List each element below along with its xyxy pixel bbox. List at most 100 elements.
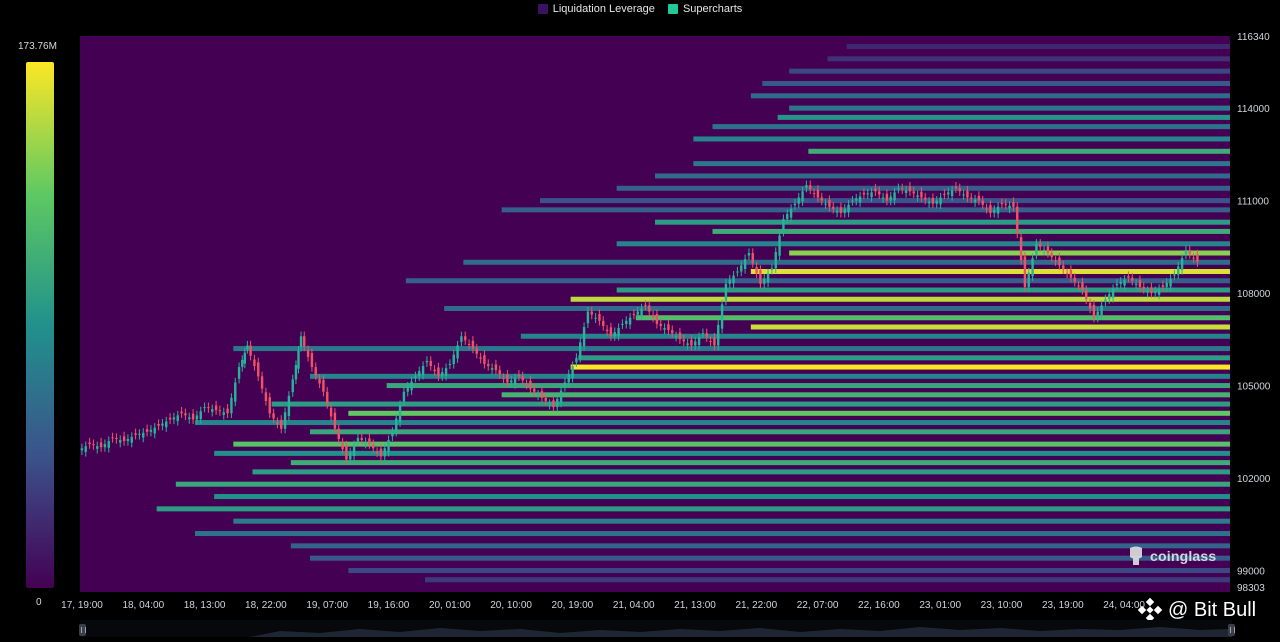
x-tick-label: 21, 22:00 — [735, 600, 777, 611]
liquidation-band — [195, 531, 1230, 537]
candle-body — [839, 207, 843, 213]
candle-body — [567, 374, 570, 383]
candle-body — [904, 190, 908, 194]
candle-body — [625, 320, 628, 324]
candle-body — [176, 415, 179, 422]
candle-body — [816, 189, 820, 198]
candle-body — [425, 360, 429, 363]
liquidation-band — [827, 56, 1230, 62]
candle-body — [410, 381, 413, 391]
candle-body — [452, 354, 455, 364]
liquidation-band — [693, 136, 1230, 142]
candle-body — [686, 343, 689, 346]
candle-body — [299, 336, 303, 347]
candle-body — [709, 340, 712, 342]
candle-body — [1027, 272, 1030, 287]
candle-body — [878, 191, 881, 195]
candle-body — [828, 199, 831, 207]
candle-body — [387, 440, 390, 452]
candle-body — [467, 344, 471, 346]
candle-body — [337, 428, 340, 439]
candle-body — [322, 379, 325, 392]
candle-body — [226, 408, 229, 414]
liquidation-band — [570, 364, 1230, 370]
candle-body — [1046, 246, 1050, 254]
candle-body — [510, 380, 513, 383]
candle-body — [728, 279, 731, 284]
candle-body — [1111, 288, 1115, 298]
candle-body — [793, 203, 797, 206]
candle-body — [448, 363, 452, 365]
candle-body — [1085, 290, 1088, 300]
candle-body — [241, 359, 244, 368]
candle-body — [214, 405, 218, 411]
candle-body — [234, 382, 237, 402]
liquidation-band — [233, 518, 1231, 524]
candle-body — [770, 268, 774, 270]
candle-body — [349, 452, 352, 460]
liquidation-band — [789, 105, 1230, 111]
candle-body — [1019, 237, 1023, 261]
candle-body — [368, 438, 371, 445]
candle-body — [433, 369, 436, 372]
candle-body — [490, 368, 494, 370]
candle-body — [437, 367, 440, 377]
liquidation-band — [846, 43, 1230, 49]
liquidation-band — [750, 93, 1230, 99]
candle-body — [333, 412, 337, 429]
candle-body — [115, 437, 118, 439]
binance-logo-icon — [1138, 598, 1162, 622]
liquidation-band — [520, 333, 1230, 339]
candle-body — [230, 397, 233, 414]
time-scrollbar[interactable] — [80, 620, 1232, 637]
candle-body — [993, 209, 996, 213]
candle-body — [659, 323, 662, 326]
candle-body — [924, 197, 927, 200]
candle-body — [935, 200, 938, 204]
scrollbar-left-handle[interactable] — [79, 624, 86, 636]
heatmap-chart[interactable]: 116340 114000 111000 108000 105000 102000 9900… — [0, 0, 1280, 637]
candle-body — [648, 305, 651, 312]
candle-body — [1142, 286, 1145, 289]
candle-body — [294, 365, 298, 380]
candle-body — [667, 324, 670, 331]
candle-body — [782, 219, 785, 232]
candle-body — [973, 199, 977, 203]
liquidation-band — [789, 250, 1230, 256]
candle-body — [1042, 249, 1046, 251]
liquidation-band — [252, 469, 1230, 475]
candle-body — [548, 404, 551, 406]
candle-body — [694, 341, 697, 346]
liquidation-band — [214, 494, 1230, 500]
candle-body — [1177, 266, 1180, 275]
candle-body — [161, 423, 164, 426]
candle-body — [977, 195, 981, 201]
liquidation-band — [214, 450, 1230, 456]
candle-body — [395, 418, 398, 432]
candle-body — [513, 378, 517, 385]
candle-body — [1196, 254, 1199, 263]
candle-body — [1150, 287, 1153, 294]
candle-body — [195, 415, 199, 420]
candle-body — [590, 311, 593, 315]
candle-body — [402, 391, 406, 402]
candle-body — [1092, 304, 1096, 318]
candle-body — [954, 186, 958, 189]
candle-body — [222, 412, 225, 415]
candle-body — [391, 431, 394, 437]
candle-body — [306, 350, 310, 357]
liquidation-band — [712, 124, 1230, 130]
candle-body — [107, 441, 110, 448]
x-tick-label: 17, 19:00 — [61, 600, 103, 611]
y-tick-label: 111000 — [1237, 197, 1269, 208]
candle-body — [1008, 205, 1011, 209]
candle-body — [559, 390, 563, 403]
candle-body — [1165, 282, 1168, 287]
candle-body — [264, 392, 268, 401]
scrollbar-right-handle[interactable] — [1228, 624, 1235, 636]
candle-body — [797, 197, 800, 204]
candle-body — [874, 188, 877, 192]
candle-body — [421, 366, 425, 375]
liquidation-band — [348, 568, 1230, 574]
candle-body — [246, 345, 249, 349]
